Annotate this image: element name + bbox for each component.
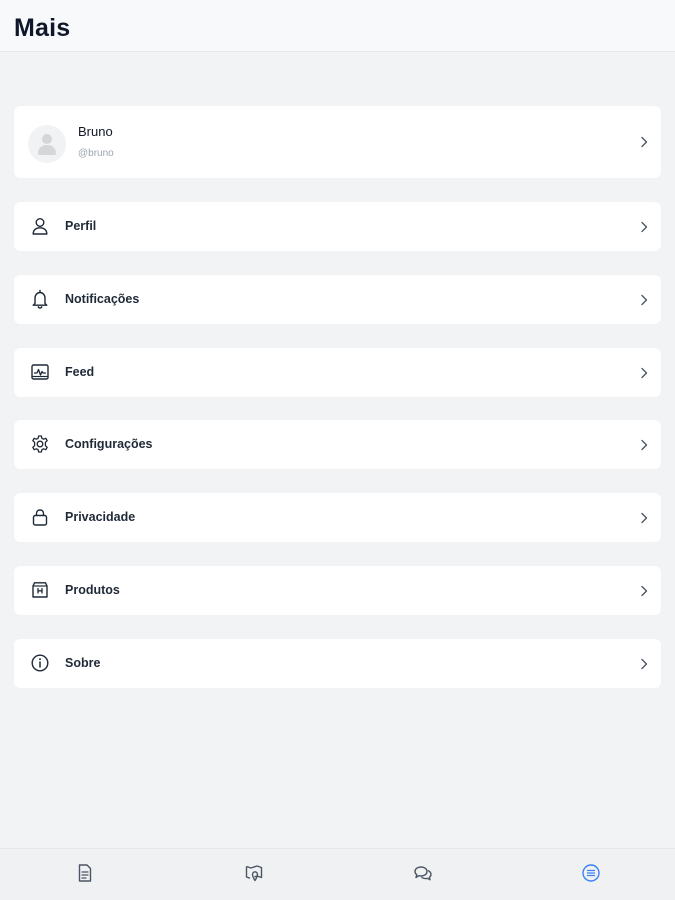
menu-item-perfil[interactable]: Perfil	[14, 202, 661, 251]
profile-card[interactable]: Bruno @bruno	[14, 106, 661, 178]
menu-item-privacidade[interactable]: Privacidade	[14, 493, 661, 542]
chevron-right-icon	[639, 439, 649, 451]
chevron-right-icon	[639, 294, 649, 306]
tab-documents[interactable]	[74, 862, 96, 884]
activity-monitor-icon	[30, 362, 50, 382]
menu-item-label: Notificações	[65, 292, 140, 306]
chevron-right-icon	[639, 658, 649, 670]
menu-item-label: Sobre	[65, 656, 101, 670]
menu-list-icon	[580, 862, 602, 884]
bottom-tab-bar	[0, 848, 675, 900]
chat-bubbles-icon	[412, 862, 434, 884]
menu-item-label: Perfil	[65, 219, 97, 233]
chevron-right-icon	[639, 221, 649, 233]
document-icon	[74, 862, 96, 884]
chevron-right-icon	[639, 512, 649, 524]
info-icon	[30, 653, 50, 673]
chevron-right-icon	[639, 367, 649, 379]
avatar	[28, 125, 66, 163]
menu-item-configuracoes[interactable]: Configurações	[14, 420, 661, 469]
profile-name: Bruno	[78, 124, 113, 139]
menu-item-label: Configurações	[65, 437, 153, 451]
menu-item-label: Feed	[65, 365, 95, 379]
tab-map[interactable]	[243, 862, 265, 884]
menu-item-feed[interactable]: Feed	[14, 348, 661, 397]
user-icon	[30, 216, 50, 236]
map-pin-icon	[243, 862, 265, 884]
tab-chat[interactable]	[412, 862, 434, 884]
store-icon	[30, 580, 50, 600]
menu-item-notificacoes[interactable]: Notificações	[14, 275, 661, 324]
menu-item-sobre[interactable]: Sobre	[14, 639, 661, 688]
page-title: Mais	[14, 14, 71, 42]
gear-icon	[30, 434, 50, 454]
menu-item-label: Privacidade	[65, 510, 136, 524]
app-root: Mais Bruno @bruno Perfil Notificações Fe…	[0, 0, 675, 900]
tab-menu[interactable]	[580, 862, 602, 884]
chevron-right-icon	[639, 136, 649, 148]
menu-item-label: Produtos	[65, 583, 120, 597]
menu-item-produtos[interactable]: Produtos	[14, 566, 661, 615]
chevron-right-icon	[639, 585, 649, 597]
lock-icon	[30, 507, 50, 527]
bell-icon	[30, 289, 50, 309]
header: Mais	[0, 0, 675, 52]
profile-handle: @bruno	[78, 148, 114, 159]
